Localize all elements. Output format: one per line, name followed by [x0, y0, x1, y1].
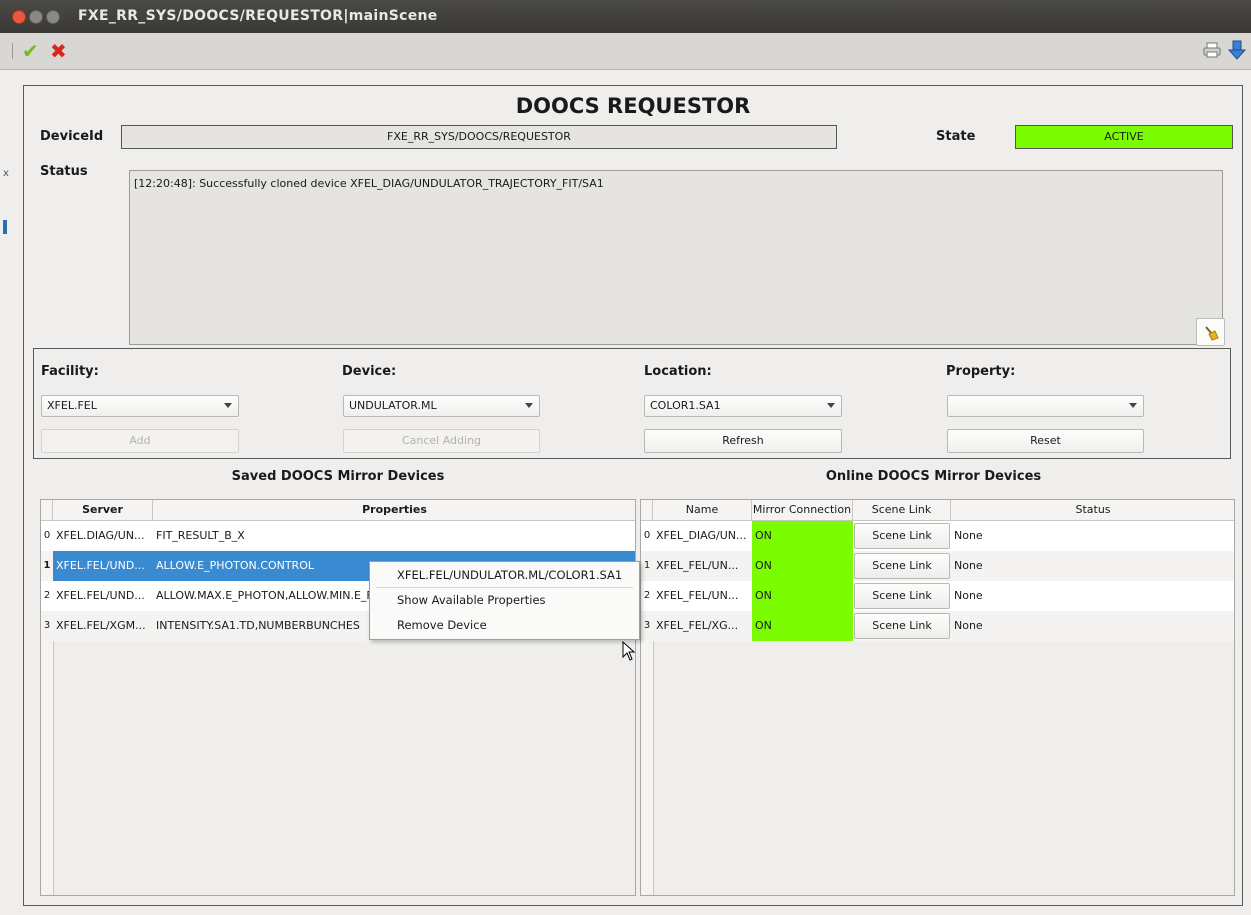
location-select[interactable]: COLOR1.SA1: [644, 395, 842, 417]
server-cell[interactable]: XFEL.FEL/UND...: [53, 581, 153, 611]
scene-link-button[interactable]: Scene Link: [854, 553, 950, 579]
row-number: 2: [643, 590, 651, 601]
mirror-connection-cell: ON: [752, 581, 853, 611]
location-select-value: COLOR1.SA1: [650, 399, 721, 412]
printer-icon[interactable]: [1203, 41, 1221, 59]
name-cell[interactable]: XFEL_FEL/XG...: [653, 611, 752, 641]
saved-devices-title: Saved DOOCS Mirror Devices: [231, 469, 445, 484]
mirror-connection-cell: ON: [752, 521, 853, 551]
row-number: 1: [41, 551, 53, 581]
scene-link-button[interactable]: Scene Link: [854, 523, 950, 549]
toolbar: ✔ ✖: [0, 33, 1251, 70]
state-indicator: ACTIVE: [1015, 125, 1233, 149]
window-close-button[interactable]: [12, 10, 26, 24]
table-row[interactable]: 0 XFEL_DIAG/UN... ON Scene Link None: [641, 521, 1234, 551]
checkmark-icon[interactable]: ✔: [22, 39, 39, 63]
status-cell[interactable]: None: [951, 581, 1234, 611]
mouse-cursor-icon: [622, 641, 636, 661]
window-maximize-button[interactable]: [46, 10, 60, 24]
clear-log-button[interactable]: [1196, 318, 1225, 346]
location-label: Location:: [644, 364, 712, 379]
edge-marker: x: [3, 168, 9, 179]
properties-cell[interactable]: FIT_RESULT_B_X: [153, 521, 635, 551]
facility-select[interactable]: XFEL.FEL: [41, 395, 239, 417]
window-title: FXE_RR_SYS/DOOCS/REQUESTOR|mainScene: [78, 8, 438, 24]
column-header-name[interactable]: Name: [653, 500, 752, 520]
column-header-scene-link[interactable]: Scene Link: [853, 500, 951, 520]
property-select[interactable]: [947, 395, 1144, 417]
facility-select-value: XFEL.FEL: [47, 399, 97, 412]
table-row[interactable]: 0 XFEL.DIAG/UN... FIT_RESULT_B_X: [41, 521, 635, 551]
mirror-connection-cell: ON: [752, 551, 853, 581]
column-header-mirror-connection[interactable]: Mirror Connection: [752, 500, 853, 520]
status-cell[interactable]: None: [951, 551, 1234, 581]
scene-link-button[interactable]: Scene Link: [854, 583, 950, 609]
status-cell[interactable]: None: [951, 611, 1234, 641]
device-label: Device:: [342, 364, 397, 379]
property-label: Property:: [946, 364, 1016, 379]
saved-devices-table[interactable]: Server Properties 0 XFEL.DIAG/UN... FIT_…: [40, 499, 636, 896]
column-header-status[interactable]: Status: [951, 500, 1234, 520]
row-number: 3: [43, 620, 51, 631]
server-cell[interactable]: XFEL.FEL/XGM...: [53, 611, 153, 641]
status-cell[interactable]: None: [951, 521, 1234, 551]
device-id-label: DeviceId: [40, 129, 104, 144]
chevron-down-icon: [525, 403, 533, 408]
device-select[interactable]: UNDULATOR.ML: [343, 395, 540, 417]
table-row[interactable]: 2 XFEL_FEL/UN... ON Scene Link None: [641, 581, 1234, 611]
menu-item-device-path[interactable]: XFEL.FEL/UNDULATOR.ML/COLOR1.SA1: [370, 563, 639, 587]
chevron-down-icon: [1129, 403, 1137, 408]
name-cell[interactable]: XFEL_DIAG/UN...: [653, 521, 752, 551]
column-header-properties[interactable]: Properties: [153, 500, 635, 520]
online-table-header: Name Mirror Connection Scene Link Status: [641, 500, 1234, 521]
main-scene: DOOCS REQUESTOR DeviceId FXE_RR_SYS/DOOC…: [23, 85, 1243, 906]
cancel-adding-button[interactable]: Cancel Adding: [343, 429, 540, 453]
online-devices-table[interactable]: Name Mirror Connection Scene Link Status…: [640, 499, 1235, 896]
page-title: DOOCS REQUESTOR: [515, 94, 751, 118]
context-menu: XFEL.FEL/UNDULATOR.ML/COLOR1.SA1 Show Av…: [369, 561, 640, 640]
menu-item-show-available-properties[interactable]: Show Available Properties: [370, 588, 639, 612]
state-label: State: [936, 129, 976, 144]
reset-button[interactable]: Reset: [947, 429, 1144, 453]
blue-down-arrow-icon[interactable]: [1228, 40, 1246, 60]
device-select-value: UNDULATOR.ML: [349, 399, 437, 412]
row-number: 2: [43, 590, 51, 601]
add-button[interactable]: Add: [41, 429, 239, 453]
server-cell[interactable]: XFEL.DIAG/UN...: [53, 521, 153, 551]
row-number: 3: [643, 620, 651, 631]
row-number: 0: [643, 530, 651, 541]
red-x-icon[interactable]: ✖: [50, 39, 67, 63]
name-cell[interactable]: XFEL_FEL/UN...: [653, 551, 752, 581]
selector-group: Facility: XFEL.FEL Add Device: UNDULATOR…: [33, 348, 1231, 459]
broom-icon: [1205, 326, 1219, 341]
saved-table-header: Server Properties: [41, 500, 635, 521]
row-number-header: [41, 500, 53, 520]
toolbar-separator: [12, 43, 13, 59]
column-header-server[interactable]: Server: [53, 500, 153, 520]
status-label: Status: [40, 164, 88, 179]
chevron-down-icon: [827, 403, 835, 408]
window-title-bar[interactable]: FXE_RR_SYS/DOOCS/REQUESTOR|mainScene: [0, 0, 1251, 33]
table-row[interactable]: 1 XFEL_FEL/UN... ON Scene Link None: [641, 551, 1234, 581]
table-row[interactable]: 3 XFEL_FEL/XG... ON Scene Link None: [641, 611, 1234, 641]
menu-item-remove-device[interactable]: Remove Device: [370, 613, 639, 637]
scene-link-button[interactable]: Scene Link: [854, 613, 950, 639]
refresh-button[interactable]: Refresh: [644, 429, 842, 453]
row-number: 0: [43, 530, 51, 541]
window-minimize-button[interactable]: [29, 10, 43, 24]
row-number: 1: [643, 560, 651, 571]
status-log-text: [12:20:48]: Successfully cloned device X…: [134, 177, 604, 190]
chevron-down-icon: [224, 403, 232, 408]
status-log[interactable]: [12:20:48]: Successfully cloned device X…: [129, 170, 1223, 345]
server-cell[interactable]: XFEL.FEL/UND...: [53, 551, 153, 581]
edge-marker-blue: [3, 220, 7, 234]
row-number-header: [641, 500, 653, 520]
facility-label: Facility:: [41, 364, 99, 379]
device-id-field: FXE_RR_SYS/DOOCS/REQUESTOR: [121, 125, 837, 149]
mirror-connection-cell: ON: [752, 611, 853, 641]
online-devices-title: Online DOOCS Mirror Devices: [825, 469, 1042, 484]
name-cell[interactable]: XFEL_FEL/UN...: [653, 581, 752, 611]
